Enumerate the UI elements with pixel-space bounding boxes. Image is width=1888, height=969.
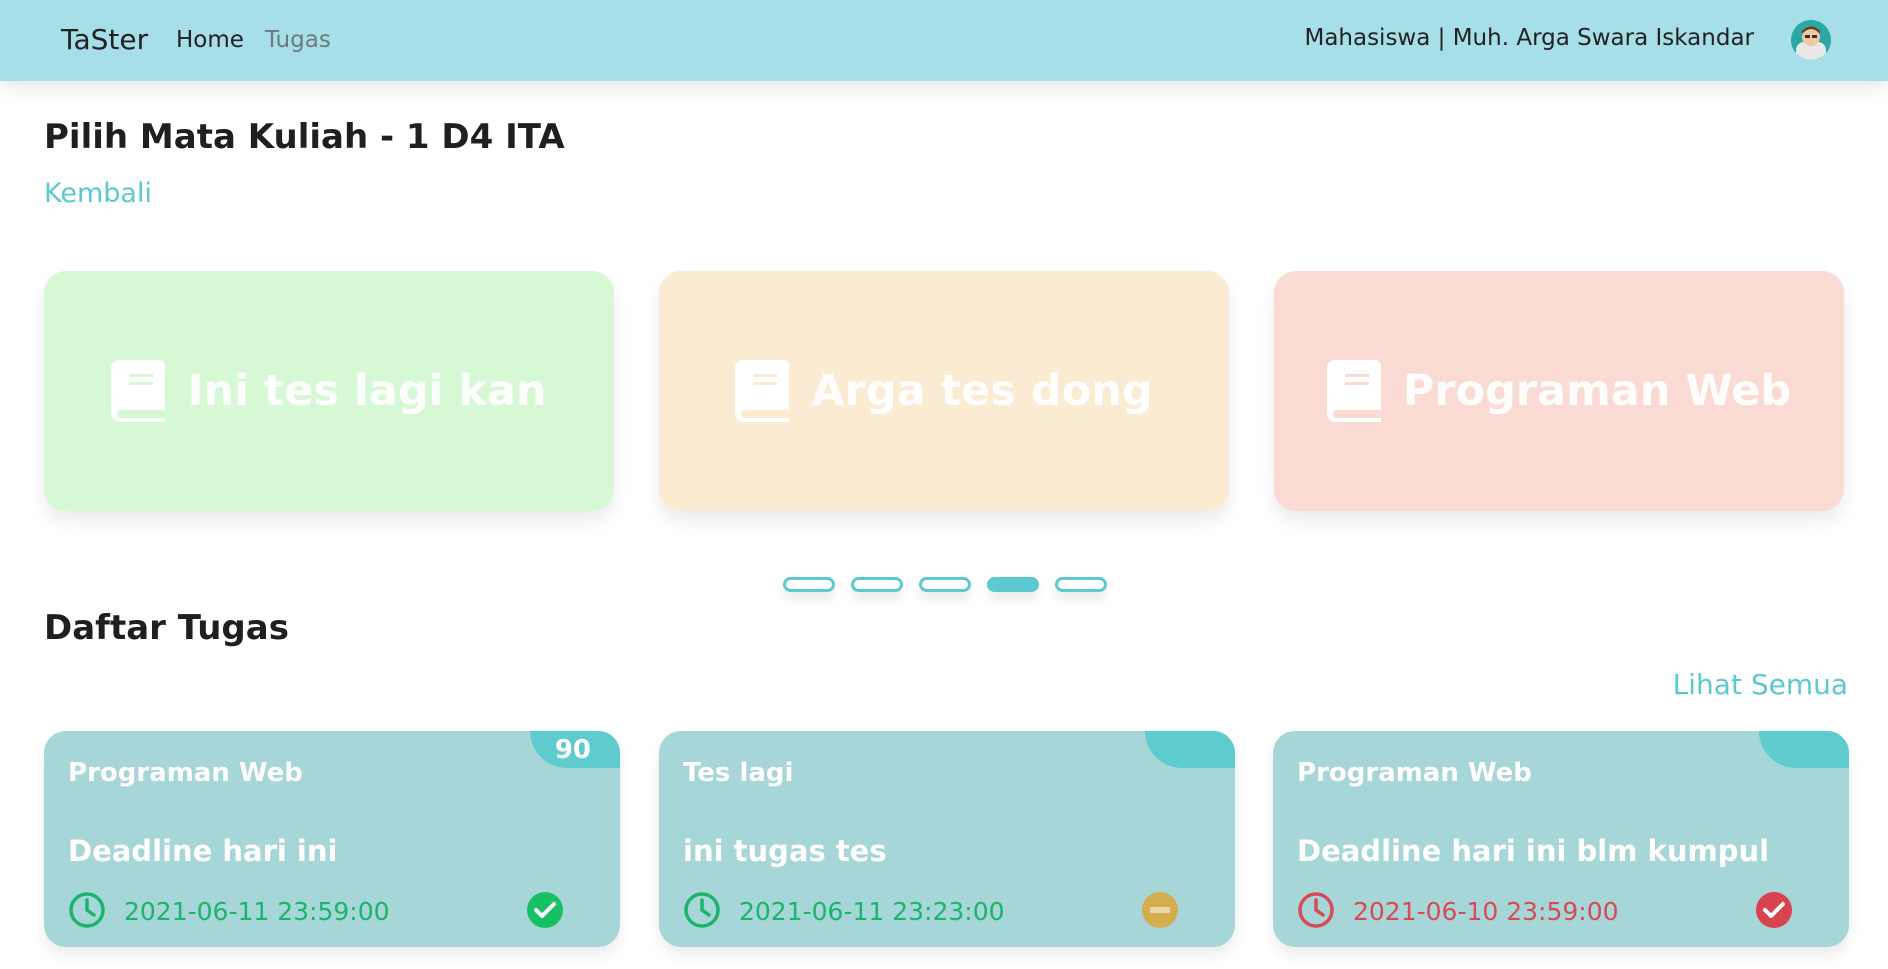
back-link[interactable]: Kembali — [44, 178, 152, 209]
see-all-link[interactable]: Lihat Semua — [1673, 668, 1848, 701]
navbar: TaSter Home Tugas Mahasiswa | Muh. Arga … — [0, 0, 1888, 81]
carousel-dot[interactable] — [783, 577, 835, 592]
score-badge — [1145, 731, 1235, 768]
page-title: Pilih Mata Kuliah - 1 D4 ITA — [44, 117, 565, 157]
task-course: Programan Web — [68, 758, 303, 788]
task-title: Deadline hari ini — [68, 834, 338, 868]
task-deadline: 2021-06-11 23:23:00 — [739, 897, 1005, 926]
carousel-dot[interactable] — [919, 577, 971, 592]
course-card[interactable]: Arga tes dong — [659, 271, 1229, 511]
check-circle-icon — [527, 892, 563, 928]
course-card[interactable]: Ini tes lagi kan — [44, 271, 614, 511]
carousel-indicators — [783, 577, 1107, 592]
user-info[interactable]: Mahasiswa | Muh. Arga Swara Iskandar — [1304, 25, 1754, 51]
check-circle-icon — [1756, 892, 1792, 928]
book-icon — [111, 360, 166, 422]
task-course: Tes lagi — [683, 758, 794, 788]
book-icon — [735, 360, 790, 422]
minus-circle-icon — [1142, 892, 1178, 928]
task-course: Programan Web — [1297, 758, 1532, 788]
task-deadline: 2021-06-10 23:59:00 — [1353, 897, 1619, 926]
avatar[interactable] — [1791, 20, 1831, 60]
section-title: Daftar Tugas — [44, 608, 289, 648]
carousel-dot-active[interactable] — [987, 577, 1039, 592]
clock-icon — [684, 892, 720, 928]
task-deadline: 2021-06-11 23:59:00 — [124, 897, 390, 926]
book-icon — [1326, 360, 1381, 422]
course-title: Programan Web — [1402, 366, 1792, 416]
score-value: 90 — [554, 734, 591, 765]
score-badge: 90 — [530, 731, 620, 768]
task-card[interactable]: 90 Programan Web Deadline hari ini 2021-… — [44, 731, 620, 947]
course-title: Ini tes lagi kan — [187, 366, 547, 416]
task-title: ini tugas tes — [683, 834, 887, 868]
course-card[interactable]: Programan Web — [1274, 271, 1844, 511]
nav-link-tugas[interactable]: Tugas — [265, 27, 331, 53]
task-card[interactable]: Tes lagi ini tugas tes 2021-06-11 23:23:… — [659, 731, 1235, 947]
task-card[interactable]: Programan Web Deadline hari ini blm kump… — [1273, 731, 1849, 947]
nav-link-home[interactable]: Home — [176, 27, 244, 53]
carousel-dot[interactable] — [851, 577, 903, 592]
brand-logo[interactable]: TaSter — [61, 23, 148, 56]
score-badge — [1759, 731, 1849, 768]
course-title: Arga tes dong — [811, 366, 1153, 416]
clock-icon — [1298, 892, 1334, 928]
clock-icon — [69, 892, 105, 928]
task-title: Deadline hari ini blm kumpul — [1297, 834, 1770, 868]
carousel-dot[interactable] — [1055, 577, 1107, 592]
avatar-icon — [1791, 20, 1831, 60]
